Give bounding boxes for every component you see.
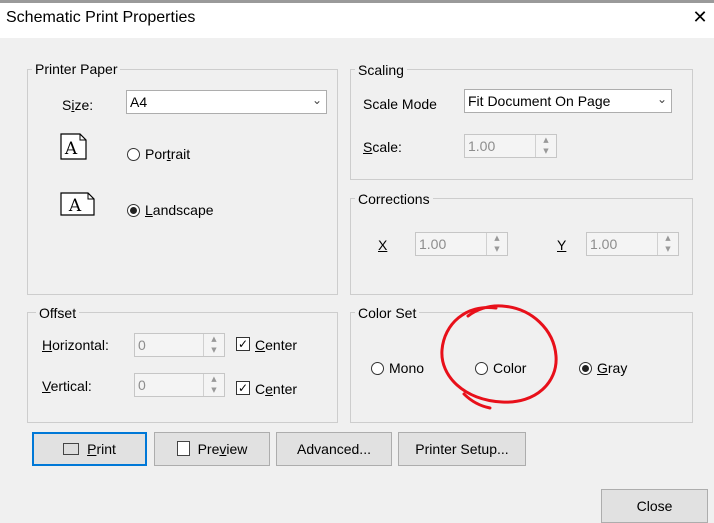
- spin-arrows-icon[interactable]: ▲ ▼: [535, 135, 556, 157]
- scale-mode-label: Scale Mode: [363, 96, 437, 112]
- spin-arrows-icon[interactable]: ▲ ▼: [203, 334, 224, 356]
- y-correction-value: 1.00: [590, 236, 618, 252]
- y-correction-label: Y: [557, 237, 567, 253]
- vertical-label: Vertical:: [42, 378, 92, 394]
- landscape-label[interactable]: Landscape: [145, 202, 214, 218]
- horizontal-offset-input[interactable]: 0 ▲ ▼: [134, 333, 225, 357]
- spin-arrows-icon[interactable]: ▲ ▼: [486, 233, 507, 255]
- color-set-label: Color Set: [355, 305, 420, 321]
- chevron-down-icon: ⌄: [656, 92, 667, 106]
- vertical-center-checkbox[interactable]: ✓: [236, 381, 250, 395]
- horizontal-label: Horizontal:: [42, 337, 109, 353]
- printer-paper-label: Printer Paper: [32, 61, 121, 77]
- preview-icon: [176, 441, 190, 456]
- printer-setup-button[interactable]: Printer Setup...: [398, 432, 526, 466]
- vertical-offset-input[interactable]: 0 ▲ ▼: [134, 373, 225, 397]
- red-circle-annotation: [440, 304, 558, 410]
- window-title: Schematic Print Properties: [6, 9, 196, 26]
- mono-radio[interactable]: [371, 362, 384, 375]
- close-icon[interactable]: ✕: [686, 4, 714, 32]
- scale-label: Scale:: [363, 139, 402, 155]
- portrait-page-icon: A: [60, 133, 87, 160]
- preview-button[interactable]: Preview: [154, 432, 270, 466]
- scaling-label: Scaling: [355, 62, 407, 78]
- y-correction-input[interactable]: 1.00 ▲ ▼: [586, 232, 679, 256]
- x-correction-label: X: [378, 237, 388, 253]
- x-correction-input[interactable]: 1.00 ▲ ▼: [415, 232, 508, 256]
- x-correction-value: 1.00: [419, 236, 447, 252]
- landscape-radio[interactable]: [127, 204, 140, 217]
- spin-arrows-icon[interactable]: ▲ ▼: [203, 374, 224, 396]
- print-button[interactable]: Print: [32, 432, 147, 466]
- title-bar: Schematic Print Properties ✕: [0, 0, 714, 38]
- advanced-button[interactable]: Advanced...: [276, 432, 392, 466]
- corrections-label: Corrections: [355, 191, 433, 207]
- top-edge: [0, 0, 714, 3]
- horizontal-offset-value: 0: [138, 337, 146, 353]
- mono-label[interactable]: Mono: [389, 360, 424, 376]
- horizontal-center-checkbox[interactable]: ✓: [236, 337, 250, 351]
- landscape-icon-letter: A: [68, 196, 82, 216]
- portrait-label[interactable]: Portrait: [145, 146, 190, 162]
- scale-mode-value: Fit Document On Page: [468, 93, 611, 109]
- portrait-radio[interactable]: [127, 148, 140, 161]
- portrait-icon-letter: A: [64, 139, 78, 159]
- scale-value: 1.00: [468, 138, 496, 154]
- close-button[interactable]: Close: [601, 489, 708, 523]
- offset-label: Offset: [36, 305, 80, 321]
- size-value: A4: [130, 94, 148, 110]
- scaling-group: [350, 69, 693, 180]
- scale-mode-dropdown[interactable]: Fit Document On Page ⌄: [464, 89, 672, 113]
- size-dropdown[interactable]: A4 ⌄: [126, 90, 327, 114]
- landscape-page-icon: A: [60, 192, 95, 216]
- gray-radio[interactable]: [579, 362, 592, 375]
- printer-icon: [63, 443, 80, 455]
- spin-arrows-icon[interactable]: ▲ ▼: [657, 233, 678, 255]
- chevron-down-icon: ⌄: [311, 93, 322, 107]
- size-label: Size:: [62, 97, 94, 113]
- scale-input[interactable]: 1.00 ▲ ▼: [464, 134, 557, 158]
- vertical-offset-value: 0: [138, 377, 146, 393]
- gray-label[interactable]: Gray: [597, 360, 627, 376]
- vertical-center-label[interactable]: Center: [255, 381, 297, 397]
- horizontal-center-label[interactable]: Center: [255, 337, 297, 353]
- offset-group: [27, 312, 338, 423]
